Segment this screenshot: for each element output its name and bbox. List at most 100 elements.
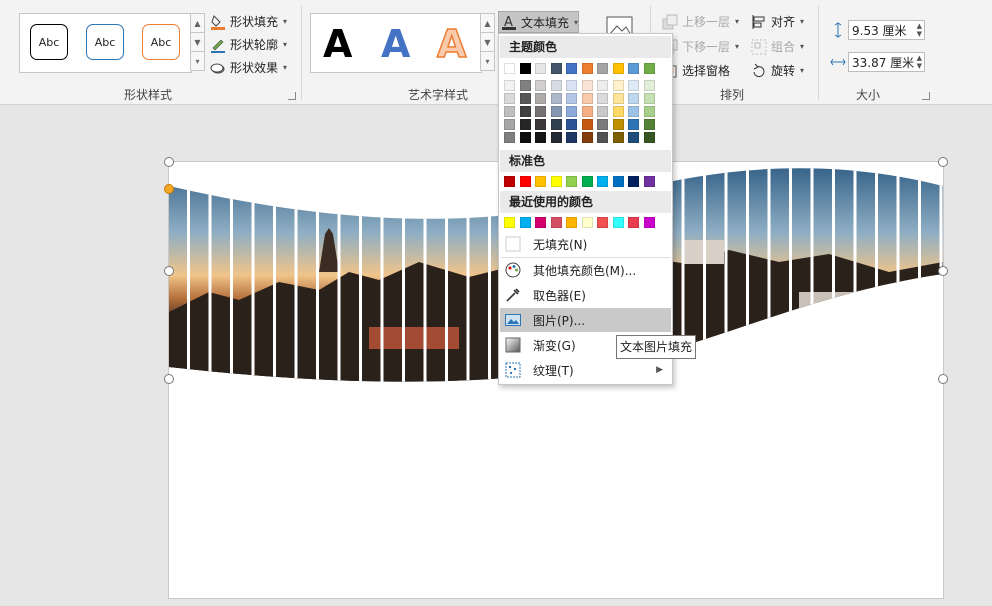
shape-width-input[interactable]: 33.87 厘米 ▲ ▼ (848, 52, 925, 72)
wordart-blue[interactable]: A (381, 22, 410, 66)
theme-shade-swatch[interactable] (581, 119, 593, 130)
theme-shade-swatch[interactable] (550, 80, 562, 91)
theme-shade-swatch[interactable] (612, 119, 624, 130)
recent-color-swatch[interactable] (519, 217, 531, 228)
resize-handle-top-right[interactable] (938, 157, 948, 167)
resize-handle-left[interactable] (164, 266, 174, 276)
standard-color-swatch[interactable] (504, 176, 515, 187)
resize-handle-bottom-left[interactable] (164, 374, 174, 384)
text-fill-button[interactable]: A 文本填充 ▾ (498, 11, 579, 33)
theme-color-swatch[interactable] (612, 63, 624, 74)
recent-color-swatch[interactable] (612, 217, 624, 228)
theme-shade-swatch[interactable] (628, 106, 639, 117)
theme-shade-swatch[interactable] (643, 106, 655, 117)
standard-color-swatch[interactable] (643, 176, 655, 187)
theme-color-swatch[interactable] (628, 63, 639, 74)
theme-shade-swatch[interactable] (550, 106, 562, 117)
shape-style-orange[interactable]: Abc (142, 24, 180, 60)
texture-item[interactable]: 纹理(T) ▶ (500, 358, 671, 382)
standard-color-swatch[interactable] (628, 176, 639, 187)
theme-shade-swatch[interactable] (612, 93, 624, 104)
theme-shade-swatch[interactable] (597, 119, 608, 130)
theme-color-swatch[interactable] (519, 63, 531, 74)
theme-shade-swatch[interactable] (535, 119, 546, 130)
standard-color-swatch[interactable] (566, 176, 577, 187)
theme-shade-swatch[interactable] (504, 80, 515, 91)
theme-shade-swatch[interactable] (628, 132, 639, 143)
theme-shade-swatch[interactable] (628, 119, 639, 130)
size-launcher[interactable] (922, 92, 930, 100)
recent-color-swatch[interactable] (504, 217, 515, 228)
shape-style-black[interactable]: Abc (30, 24, 68, 60)
wordart-more[interactable]: ▾ (480, 51, 495, 71)
theme-shade-swatch[interactable] (597, 93, 608, 104)
theme-shade-swatch[interactable] (504, 106, 515, 117)
gallery-more[interactable]: ▾ (190, 51, 205, 71)
theme-color-swatch[interactable] (504, 63, 515, 74)
shape-fill-button[interactable]: 形状填充 ▾ (210, 13, 287, 30)
theme-shade-swatch[interactable] (566, 80, 577, 91)
theme-shade-swatch[interactable] (519, 132, 531, 143)
gallery-scroll-up[interactable]: ▲ (190, 13, 205, 33)
theme-color-swatch[interactable] (581, 63, 593, 74)
recent-color-swatch[interactable] (550, 217, 562, 228)
gallery-scroll-down[interactable]: ▼ (190, 32, 205, 52)
picture-fill-item[interactable]: 图片(P)... (500, 308, 671, 332)
rotate-button[interactable]: 旋转 ▾ (751, 62, 804, 79)
standard-color-swatch[interactable] (550, 176, 562, 187)
standard-color-swatch[interactable] (597, 176, 608, 187)
theme-shade-swatch[interactable] (581, 93, 593, 104)
wordart-black[interactable]: A (323, 22, 352, 66)
bring-forward-button[interactable]: 上移一层 ▾ (662, 13, 739, 30)
theme-shade-swatch[interactable] (643, 119, 655, 130)
theme-shade-swatch[interactable] (597, 80, 608, 91)
theme-shade-swatch[interactable] (566, 132, 577, 143)
wordart-orange[interactable]: A (436, 21, 467, 67)
theme-shade-swatch[interactable] (550, 93, 562, 104)
theme-shade-swatch[interactable] (535, 106, 546, 117)
align-button[interactable]: 对齐 ▾ (751, 13, 804, 30)
theme-shade-swatch[interactable] (612, 106, 624, 117)
theme-shade-swatch[interactable] (597, 106, 608, 117)
theme-shade-swatch[interactable] (581, 106, 593, 117)
standard-color-swatch[interactable] (519, 176, 531, 187)
recent-color-swatch[interactable] (643, 217, 655, 228)
theme-shade-swatch[interactable] (504, 132, 515, 143)
theme-shade-swatch[interactable] (612, 132, 624, 143)
theme-shade-swatch[interactable] (597, 132, 608, 143)
theme-shade-swatch[interactable] (550, 132, 562, 143)
adjust-handle[interactable] (164, 184, 174, 194)
recent-color-swatch[interactable] (597, 217, 608, 228)
theme-color-swatch[interactable] (535, 63, 546, 74)
theme-shade-swatch[interactable] (535, 80, 546, 91)
group-button[interactable]: 组合 ▾ (751, 38, 804, 55)
recent-color-swatch[interactable] (535, 217, 546, 228)
theme-shade-swatch[interactable] (628, 80, 639, 91)
shape-effect-button[interactable]: 形状效果 ▾ (210, 59, 287, 76)
height-spinner[interactable]: ▲ ▼ (917, 22, 922, 38)
shape-style-blue[interactable]: Abc (86, 24, 124, 60)
resize-handle-bottom-right[interactable] (938, 374, 948, 384)
theme-shade-swatch[interactable] (519, 80, 531, 91)
recent-color-swatch[interactable] (628, 217, 639, 228)
theme-shade-swatch[interactable] (581, 80, 593, 91)
theme-color-swatch[interactable] (597, 63, 608, 74)
theme-shade-swatch[interactable] (504, 93, 515, 104)
theme-shade-swatch[interactable] (504, 119, 515, 130)
shape-styles-launcher[interactable] (288, 92, 296, 100)
theme-shade-swatch[interactable] (643, 80, 655, 91)
resize-handle-right[interactable] (938, 266, 948, 276)
recent-color-swatch[interactable] (581, 217, 593, 228)
wordart-scroll-up[interactable]: ▲ (480, 13, 495, 33)
theme-shade-swatch[interactable] (519, 119, 531, 130)
theme-shade-swatch[interactable] (535, 93, 546, 104)
standard-color-swatch[interactable] (612, 176, 624, 187)
theme-shade-swatch[interactable] (612, 80, 624, 91)
theme-shade-swatch[interactable] (535, 132, 546, 143)
theme-shade-swatch[interactable] (566, 119, 577, 130)
theme-shade-swatch[interactable] (581, 132, 593, 143)
width-spinner[interactable]: ▲ ▼ (917, 54, 922, 70)
shape-outline-button[interactable]: 形状轮廓 ▾ (210, 36, 287, 53)
theme-shade-swatch[interactable] (643, 93, 655, 104)
theme-shade-swatch[interactable] (566, 106, 577, 117)
